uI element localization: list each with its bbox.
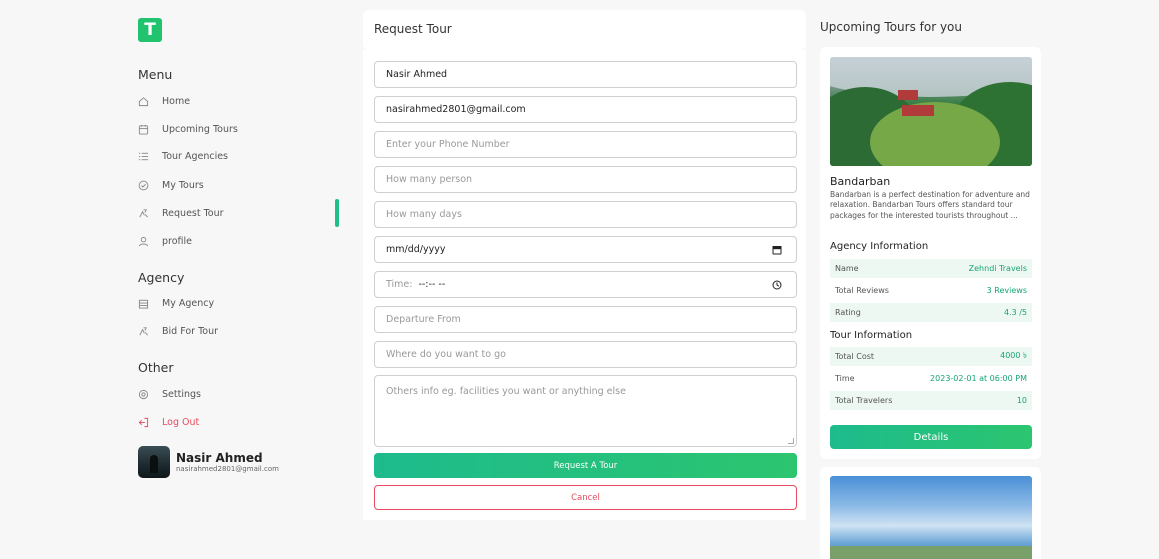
calendar-icon[interactable] [772,245,782,255]
app-logo[interactable]: T [138,18,162,42]
sidebar-item-my-tours[interactable]: My Tours [138,175,204,195]
calendar-icon [138,124,149,135]
user-profile[interactable]: Nasir Ahmed nasirahmed2801@gmail.com [138,446,279,478]
sidebar-item-label: My Tours [162,179,204,191]
other-section-title: Other [138,360,174,375]
user-name: Nasir Ahmed [176,450,263,465]
persons-placeholder: How many person [386,174,473,185]
sidebar-item-label: Settings [162,388,201,400]
agency-section-title: Agency [138,270,185,285]
phone-field[interactable]: Enter your Phone Number [374,131,797,158]
name-field[interactable]: Nasir Ahmed [374,61,797,88]
sidebar: T Menu Home Upcoming Tours Tour Agencies… [0,0,345,559]
page-title: Request Tour [374,22,452,36]
others-info-textarea[interactable]: Others info eg. facilities you want or a… [374,375,797,447]
email-value: nasirahmed2801@gmail.com [386,104,526,115]
sidebar-item-label: Home [162,95,191,107]
info-row: Name Zehndi Travels [830,259,1032,278]
details-button[interactable]: Details [830,425,1032,449]
check-circle-icon [138,180,149,191]
user-icon [138,236,149,247]
gear-icon [138,389,149,400]
sidebar-item-logout[interactable]: Log Out [138,412,199,432]
info-row: Total Travelers 10 [830,391,1032,410]
sidebar-item-label: Request Tour [162,207,224,219]
active-indicator [335,199,339,227]
time-field[interactable]: Time: --:-- -- [374,271,797,298]
cancel-button[interactable]: Cancel [374,485,797,510]
info-value: 3 Reviews [986,286,1027,295]
sidebar-item-label: Log Out [162,416,200,428]
info-key: Total Reviews [835,286,889,295]
travel-icon [138,326,149,337]
time-label: Time: [386,279,413,290]
info-row: Total Cost 4000 ৳ [830,347,1032,366]
info-value: 10 [1016,396,1027,405]
info-value: 4000 ৳ [1000,351,1027,360]
destination-field[interactable]: Where do you want to go [374,341,797,368]
tour-description: Bandarban is a perfect destination for a… [830,190,1030,220]
name-value: Nasir Ahmed [386,69,448,80]
travel-icon [138,208,149,219]
request-tour-button[interactable]: Request A Tour [374,453,797,478]
info-key: Name [835,264,859,273]
days-placeholder: How many days [386,209,462,220]
info-row: Total Reviews 3 Reviews [830,281,1032,300]
departure-placeholder: Departure From [386,314,461,325]
date-field[interactable]: mm/dd/yyyy [374,236,797,263]
others-placeholder: Others info eg. facilities you want or a… [386,386,626,397]
home-icon [138,96,149,107]
info-key: Total Travelers [835,396,893,405]
tour-name: Bandarban [830,175,891,188]
sidebar-item-my-agency[interactable]: My Agency [138,293,214,313]
sidebar-item-request-tour[interactable]: Request Tour [138,203,224,223]
sidebar-item-label: Upcoming Tours [162,123,238,135]
sidebar-item-home[interactable]: Home [138,91,190,111]
persons-field[interactable]: How many person [374,166,797,193]
tour-image [830,57,1032,166]
departure-field[interactable]: Departure From [374,306,797,333]
avatar [138,446,170,478]
sidebar-item-label: Tour Agencies [162,150,228,162]
email-field[interactable]: nasirahmed2801@gmail.com [374,96,797,123]
user-email: nasirahmed2801@gmail.com [176,464,279,473]
sidebar-item-bid-for-tour[interactable]: Bid For Tour [138,321,218,341]
info-value: Zehndi Travels [968,264,1027,273]
info-row: Time 2023-02-01 at 06:00 PM [830,369,1032,388]
agency-info-title: Agency Information [830,241,929,252]
destination-placeholder: Where do you want to go [386,349,506,360]
time-value: --:-- -- [418,279,446,290]
logout-icon [138,417,149,428]
info-key: Time [835,374,855,383]
info-row: Rating 4.3 /5 [830,303,1032,322]
sidebar-item-upcoming-tours[interactable]: Upcoming Tours [138,119,238,139]
upcoming-tours-title: Upcoming Tours for you [820,20,963,34]
resize-handle[interactable] [788,438,794,444]
clock-icon[interactable] [772,280,782,290]
form-header: Request Tour [363,10,806,50]
sidebar-item-label: My Agency [162,297,215,309]
sidebar-item-settings[interactable]: Settings [138,384,201,404]
phone-placeholder: Enter your Phone Number [386,139,510,150]
info-value: 2023-02-01 at 06:00 PM [930,374,1027,383]
sidebar-item-tour-agencies[interactable]: Tour Agencies [138,146,228,166]
days-field[interactable]: How many days [374,201,797,228]
date-value: mm/dd/yyyy [386,244,446,255]
tour-image [830,476,1032,559]
menu-section-title: Menu [138,67,173,82]
building-icon [138,298,149,309]
sidebar-item-label: Bid For Tour [162,325,218,337]
sidebar-item-label: profile [162,235,193,247]
info-key: Rating [835,308,861,317]
sidebar-item-profile[interactable]: profile [138,231,192,251]
info-key: Total Cost [835,352,875,361]
list-icon [138,151,149,162]
info-value: 4.3 /5 [1003,308,1027,317]
tour-info-title: Tour Information [830,330,913,341]
